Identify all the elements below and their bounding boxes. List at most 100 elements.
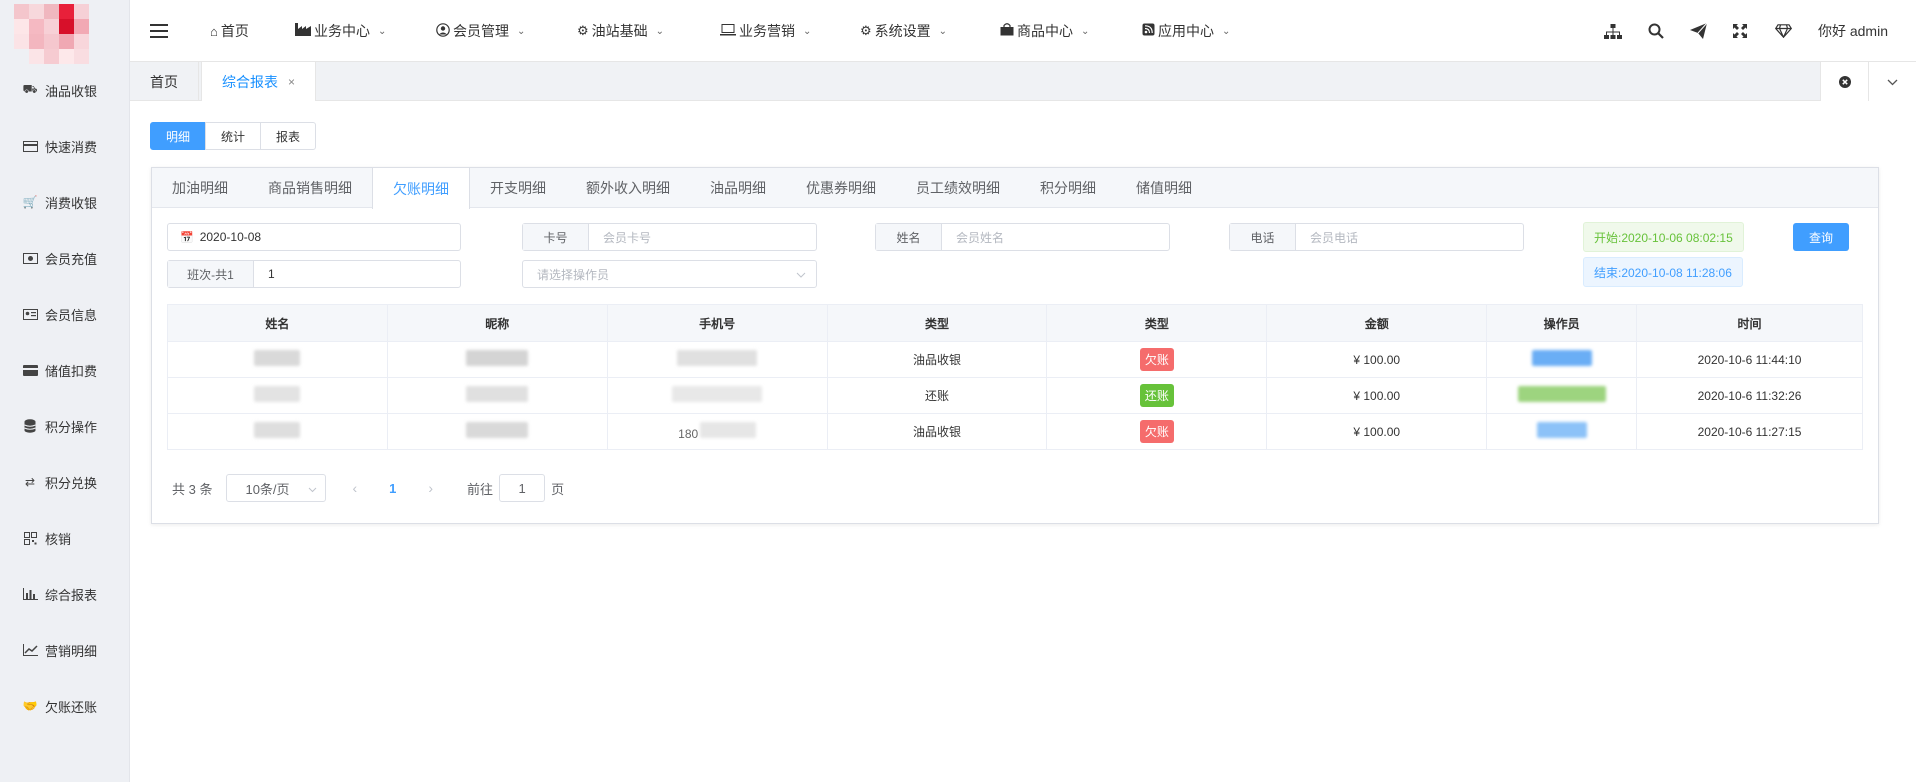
subtab-expense-detail[interactable]: 开支明细 <box>470 168 566 208</box>
nav-label: 业务营销 <box>739 23 795 39</box>
menu-toggle-icon[interactable] <box>150 24 168 38</box>
sidebar-item-oil-cashier[interactable]: ⛟ 油品收银 <box>0 72 130 108</box>
tab-report[interactable]: 综合报表 × <box>201 62 317 102</box>
chevron-down-icon[interactable] <box>1868 62 1916 102</box>
subtab-points-detail[interactable]: 积分明细 <box>1020 168 1116 208</box>
cell-nickname <box>386 377 608 414</box>
query-button[interactable]: 查询 <box>1793 223 1849 251</box>
sidebar-item-stored-deduct[interactable]: 储值扣费 <box>0 352 130 388</box>
subtab-staff-performance[interactable]: 员工绩效明细 <box>896 168 1020 208</box>
nav-station-basic[interactable]: ⚙ 油站基础 ⌄ <box>577 0 664 62</box>
page-number[interactable]: 1 <box>389 481 396 496</box>
sidebar-item-writeoff[interactable]: 核销 <box>0 520 130 556</box>
table-row[interactable]: 还账 还账 ¥ 100.00 2020-10-6 11:32:26 <box>167 377 1863 414</box>
nav-label: 油站基础 <box>591 23 648 39</box>
col-nickname: 昵称 <box>386 304 608 342</box>
close-all-tabs-icon[interactable] <box>1821 62 1868 102</box>
cell-phone <box>606 341 828 378</box>
card-number-field[interactable]: 卡号 会员卡号 <box>522 223 817 251</box>
prev-page-icon[interactable]: ‹ <box>352 480 357 496</box>
nav-system-settings[interactable]: ⚙ 系统设置 ⌄ <box>860 0 947 62</box>
sidebar-item-member-recharge[interactable]: 会员充值 <box>0 240 130 276</box>
sidebar-item-debt-repay[interactable]: 🤝 欠账还账 <box>0 688 130 724</box>
sidebar-item-member-info[interactable]: 会员信息 <box>0 296 130 332</box>
nav-app-center[interactable]: 应用中心 ⌄ <box>1142 0 1230 62</box>
cell-biz-type: 油品收银 <box>826 413 1048 450</box>
sidebar-item-report[interactable]: 综合报表 <box>0 576 130 612</box>
sidebar-item-consume-cashier[interactable]: 🛒 消费收银 <box>0 184 130 220</box>
member-name-field[interactable]: 姓名 会员姓名 <box>875 223 1170 251</box>
nav-marketing[interactable]: 业务营销 ⌄ <box>720 0 811 62</box>
database-icon <box>21 419 39 433</box>
segment-report[interactable]: 报表 <box>260 122 317 150</box>
sidebar-item-label: 欠账还账 <box>45 699 98 715</box>
nav-label: 应用中心 <box>1158 23 1214 39</box>
date-picker[interactable]: 📅 2020-10-08 <box>167 223 461 251</box>
nav-business-center[interactable]: 业务中心 ⌄ <box>295 0 386 62</box>
repay-tag: 还账 <box>1139 384 1174 407</box>
user-greeting[interactable]: 你好 admin <box>1818 0 1888 62</box>
subtab-debt-detail[interactable]: 欠账明细 <box>372 168 470 209</box>
goto-suffix: 页 <box>551 481 565 497</box>
exchange-icon: ⇄ <box>24 475 36 489</box>
debt-tag: 欠账 <box>1139 348 1174 371</box>
chevron-down-icon: ⌄ <box>938 25 948 37</box>
detail-card: 加油明细 商品销售明细 欠账明细 开支明细 额外收入明细 油品明细 优惠券明细 … <box>151 167 1879 524</box>
tab-home[interactable]: 首页 <box>130 62 199 102</box>
fullscreen-icon[interactable] <box>1733 0 1747 62</box>
sidebar-item-quick-consume[interactable]: 快速消费 <box>0 128 130 164</box>
col-phone: 手机号 <box>606 304 828 342</box>
cell-debt-type: 还账 <box>1046 377 1268 414</box>
subtab-stored-value-detail[interactable]: 储值明细 <box>1116 168 1212 208</box>
segment-stats[interactable]: 统计 <box>205 122 262 150</box>
page-size-select[interactable]: 10条/页 <box>226 474 327 502</box>
col-amount: 金额 <box>1266 304 1488 342</box>
shift-value: 1 <box>268 267 275 281</box>
line-chart-icon <box>21 643 39 657</box>
nav-member-mgmt[interactable]: 会员管理 ⌄ <box>436 0 525 62</box>
pagination: 共 3 条 10条/页 ‹ 1 › 前往 1 页 <box>172 474 564 502</box>
col-debt-type: 类型 <box>1046 304 1268 342</box>
cell-debt-type: 欠账 <box>1046 341 1268 378</box>
col-name: 姓名 <box>167 304 388 342</box>
goto-page-input[interactable]: 1 <box>499 474 546 502</box>
phone-field[interactable]: 电话 会员电话 <box>1229 223 1524 251</box>
member-name-placeholder: 会员姓名 <box>956 230 1005 245</box>
shift-field[interactable]: 班次-共1 1 <box>167 260 461 288</box>
cell-name <box>167 377 388 414</box>
subtab-extra-income-detail[interactable]: 额外收入明细 <box>566 168 690 208</box>
send-icon[interactable] <box>1690 0 1707 62</box>
search-icon[interactable] <box>1648 0 1664 62</box>
subtab-goods-sales-detail[interactable]: 商品销售明细 <box>248 168 372 208</box>
subtab-oil-detail[interactable]: 油品明细 <box>690 168 786 208</box>
chevron-down-icon: ⌄ <box>655 25 665 37</box>
segment-detail[interactable]: 明细 <box>150 122 207 150</box>
sidebar-item-label: 快速消费 <box>45 139 98 155</box>
operator-select[interactable]: 请选择操作员 <box>522 260 817 288</box>
nav-goods-center[interactable]: 商品中心 ⌄ <box>1000 0 1089 62</box>
sidebar-item-label: 积分操作 <box>45 419 98 435</box>
cell-name <box>167 341 388 378</box>
subtab-coupon-detail[interactable]: 优惠券明细 <box>786 168 896 208</box>
sidebar-item-points-op[interactable]: 积分操作 <box>0 408 130 444</box>
cell-time: 2020-10-6 11:44:10 <box>1636 341 1863 378</box>
table-row[interactable]: 180 油品收银 欠账 ¥ 100.00 2020-10-6 11:27:15 <box>167 413 1863 450</box>
gear-icon: ⚙ <box>860 23 872 38</box>
subtab-refuel-detail[interactable]: 加油明细 <box>152 168 248 208</box>
laptop-icon <box>720 23 736 39</box>
end-time-badge: 结束:2020-10-08 11:28:06 <box>1583 257 1743 287</box>
phone-placeholder: 会员电话 <box>1310 230 1359 245</box>
nav-home[interactable]: ⌂ 首页 <box>210 0 249 62</box>
next-page-icon[interactable]: › <box>428 480 433 496</box>
industry-icon <box>295 23 311 39</box>
table-row[interactable]: 油品收银 欠账 ¥ 100.00 2020-10-6 11:44:10 <box>167 341 1863 378</box>
cell-operator <box>1486 413 1638 450</box>
cell-amount: ¥ 100.00 <box>1266 341 1488 378</box>
sitemap-icon[interactable] <box>1604 0 1622 62</box>
sidebar-item-label: 营销明细 <box>45 643 98 659</box>
sidebar-item-marketing-detail[interactable]: 营销明细 <box>0 632 130 668</box>
diamond-icon[interactable] <box>1775 0 1792 62</box>
sidebar-item-points-exchange[interactable]: ⇄ 积分兑换 <box>0 464 130 500</box>
cell-time: 2020-10-6 11:27:15 <box>1636 413 1863 450</box>
close-icon[interactable]: × <box>288 75 295 89</box>
